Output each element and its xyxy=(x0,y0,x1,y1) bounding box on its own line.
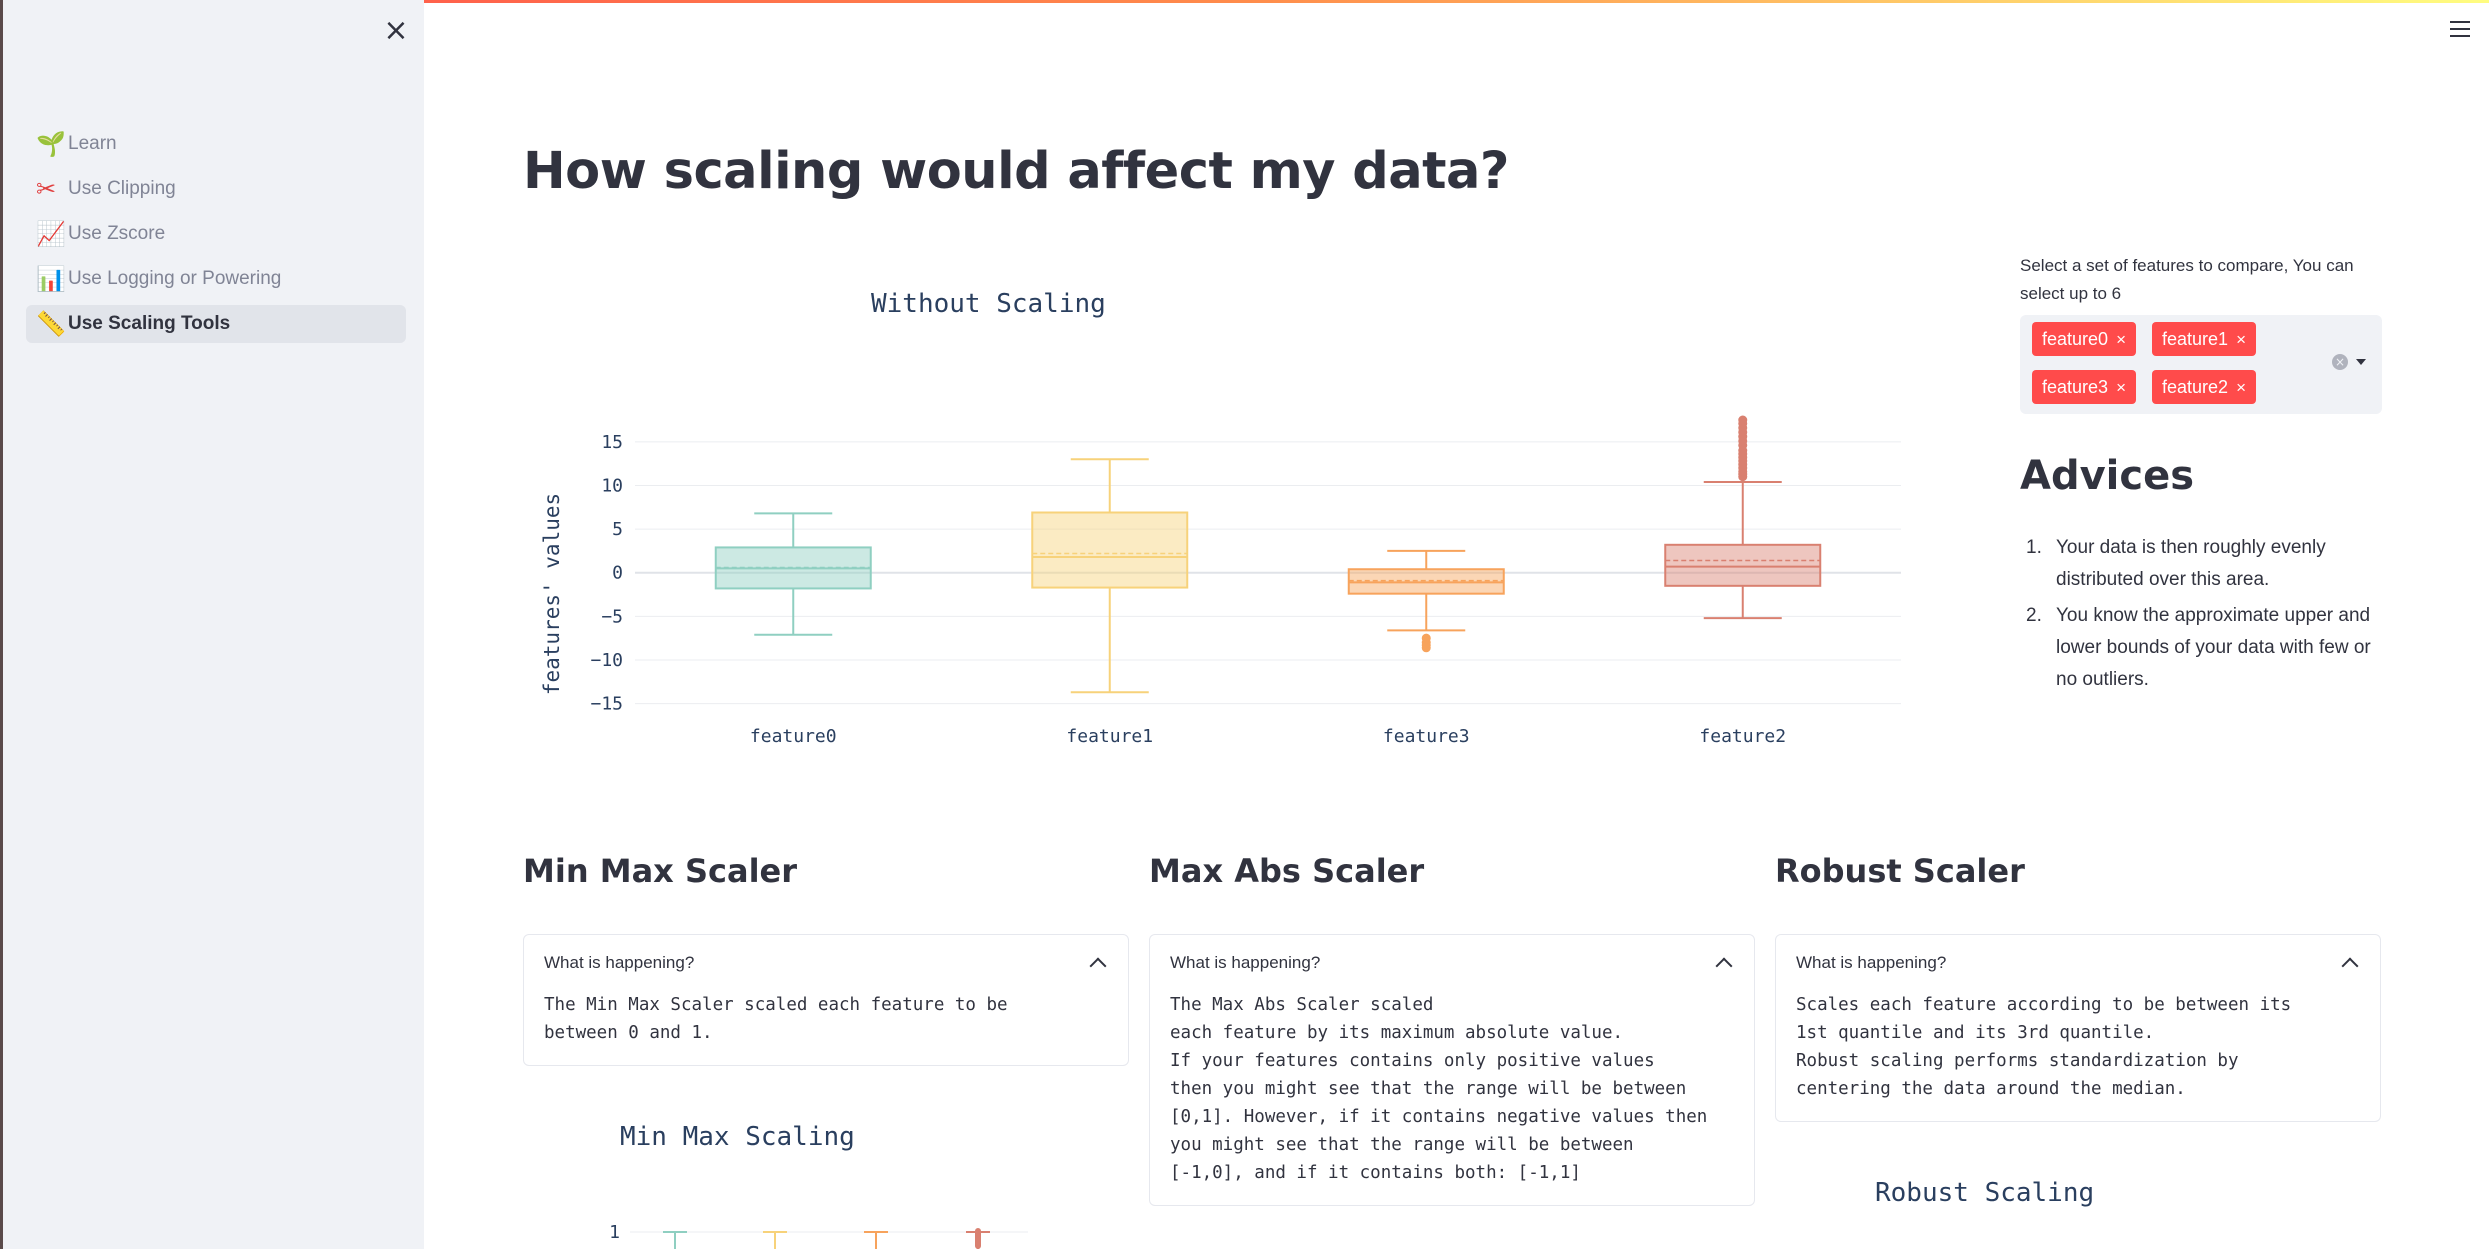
max-abs-scaler-heading: Max Abs Scaler xyxy=(1149,852,1425,890)
expander-header[interactable]: What is happening? xyxy=(524,935,1128,991)
expander-label: What is happening? xyxy=(1796,953,1947,972)
expander-body: Scales each feature according to be betw… xyxy=(1796,995,2292,1099)
bar-chart-icon: 📊 xyxy=(36,265,66,293)
box-feature2 xyxy=(1664,415,1822,620)
box-feature1 xyxy=(1031,458,1189,694)
feature-tag-feature0[interactable]: feature0 × xyxy=(2032,322,2136,356)
box-feature3 xyxy=(1347,549,1505,653)
sidebar-item-use-logging-or-powering[interactable]: 📊 Use Logging or Powering xyxy=(26,260,406,298)
advice-item: 1. Your data is then roughly evenly distr… xyxy=(2024,532,2384,596)
chart-title: Robust Scaling xyxy=(1875,1178,2094,1208)
ruler-icon: 📏 xyxy=(36,310,66,338)
sidebar-item-use-clipping[interactable]: ✂ Use Clipping xyxy=(26,170,406,208)
feature-tag-feature3[interactable]: feature3 × xyxy=(2032,370,2136,404)
feature-multiselect[interactable]: × feature0 × feature1 × feature3 × feature2 × xyxy=(2020,315,2382,414)
feature-tag-label: feature3 xyxy=(2042,377,2109,397)
x-tick-label: feature0 xyxy=(750,726,837,747)
expander-label: What is happening? xyxy=(1170,953,1321,972)
expander-body: The Max Abs Scaler scaled each feature b… xyxy=(1170,995,1708,1183)
box-feature3 xyxy=(864,1231,888,1249)
sidebar-item-use-scaling-tools[interactable]: 📏 Use Scaling Tools xyxy=(26,305,406,343)
y-tick-label: 1 xyxy=(609,1222,620,1243)
x-tick-label: feature2 xyxy=(1699,726,1786,747)
advice-text: Your data is then roughly evenly distrib… xyxy=(2056,537,2326,590)
sidebar-nav: 🌱 Learn ✂ Use Clipping 📈 Use Zscore 📊 Use Loggi… xyxy=(26,125,406,350)
sidebar-item-learn[interactable]: 🌱 Learn xyxy=(26,125,406,163)
chevron-up-icon[interactable] xyxy=(2341,957,2359,975)
sidebar-item-label: Use Clipping xyxy=(68,178,176,199)
box-body xyxy=(1031,511,1189,589)
close-icon[interactable]: × xyxy=(381,16,411,46)
advice-number: 2. xyxy=(2026,605,2042,626)
clear-all-icon[interactable]: × xyxy=(2332,354,2348,370)
feature-tag-label: feature0 xyxy=(2042,329,2109,349)
advice-number: 1. xyxy=(2026,537,2042,558)
max-abs-scaler-expander: What is happening? The Max Abs Scaler sca… xyxy=(1149,934,1755,1206)
sidebar-item-label: Use Logging or Powering xyxy=(68,268,282,289)
remove-tag-icon[interactable]: × xyxy=(2116,330,2126,349)
chart-increasing-icon: 📈 xyxy=(36,220,66,248)
y-tick-label: −10 xyxy=(590,650,623,671)
min-max-chart: Min Max Scaling 1 xyxy=(609,1122,1028,1249)
y-tick-label: 10 xyxy=(601,475,623,496)
chevron-up-icon[interactable] xyxy=(1715,957,1733,975)
outlier-cluster xyxy=(975,1228,981,1249)
y-tick-label: −15 xyxy=(590,694,623,715)
page-title: How scaling would affect my data? xyxy=(523,142,1510,201)
robust-scaler-expander: What is happening? Scales each feature ac… xyxy=(1775,934,2381,1122)
advice-text: You know the approximate upper and lower… xyxy=(2056,605,2371,690)
x-tick-label: feature1 xyxy=(1066,726,1153,747)
remove-tag-icon[interactable]: × xyxy=(2236,330,2246,349)
scissors-icon: ✂ xyxy=(36,175,57,203)
remove-tag-icon[interactable]: × xyxy=(2116,378,2126,397)
y-tick-label: −5 xyxy=(601,606,623,627)
robust-scaler-heading: Robust Scaler xyxy=(1775,852,2025,890)
y-tick-label: 15 xyxy=(601,432,623,453)
box-feature1 xyxy=(763,1231,787,1249)
sidebar: × 🌱 Learn ✂ Use Clipping 📈 Use Zscore 📊 Use Log… xyxy=(0,0,424,1249)
box-feature0 xyxy=(663,1231,687,1249)
seedling-icon: 🌱 xyxy=(36,130,66,158)
expander-body: The Min Max Scaler scaled each feature t… xyxy=(544,995,1008,1043)
chart-title: Min Max Scaling xyxy=(620,1122,855,1152)
min-max-scaler-heading: Min Max Scaler xyxy=(523,852,798,890)
x-tick-label: feature3 xyxy=(1383,726,1470,747)
advices-list: 1. Your data is then roughly evenly distr… xyxy=(2024,532,2384,700)
feature-tag-feature2[interactable]: feature2 × xyxy=(2152,370,2256,404)
expander-header[interactable]: What is happening? xyxy=(1150,935,1754,991)
box-body xyxy=(1664,543,1822,587)
y-axis-label: features' values xyxy=(540,493,564,695)
remove-tag-icon[interactable]: × xyxy=(2236,378,2246,397)
main-boxplot-chart: Without Scaling features' values −15 −10 −5 0… xyxy=(540,289,1901,747)
expander-header[interactable]: What is happening? xyxy=(1776,935,2380,991)
expander-label: What is happening? xyxy=(544,953,695,972)
sidebar-item-label: Learn xyxy=(68,133,117,154)
sidebar-item-label: Use Scaling Tools xyxy=(68,313,231,334)
feature-tag-label: feature2 xyxy=(2162,377,2229,397)
outlier-point xyxy=(1738,415,1748,425)
y-tick-label: 5 xyxy=(612,519,623,540)
chart-title: Without Scaling xyxy=(871,289,1106,319)
min-max-scaler-expander: What is happening? The Min Max Scaler sca… xyxy=(523,934,1129,1066)
sidebar-item-label: Use Zscore xyxy=(68,223,166,244)
chevron-down-icon[interactable] xyxy=(2356,359,2366,365)
hamburger-menu-icon[interactable] xyxy=(2445,16,2475,46)
feature-selector-label: Select a set of features to compare, You… xyxy=(2020,256,2354,303)
advice-item: 2. You know the approximate upper and low… xyxy=(2024,600,2384,696)
feature-tag-label: feature1 xyxy=(2162,329,2229,349)
y-tick-label: 0 xyxy=(612,563,623,584)
chevron-up-icon[interactable] xyxy=(1089,957,1107,975)
feature-tag-feature1[interactable]: feature1 × xyxy=(2152,322,2256,356)
outlier-point xyxy=(1421,643,1431,653)
sidebar-item-use-zscore[interactable]: 📈 Use Zscore xyxy=(26,215,406,253)
robust-chart: Robust Scaling xyxy=(1875,1178,2094,1208)
advices-heading: Advices xyxy=(2020,453,2195,499)
